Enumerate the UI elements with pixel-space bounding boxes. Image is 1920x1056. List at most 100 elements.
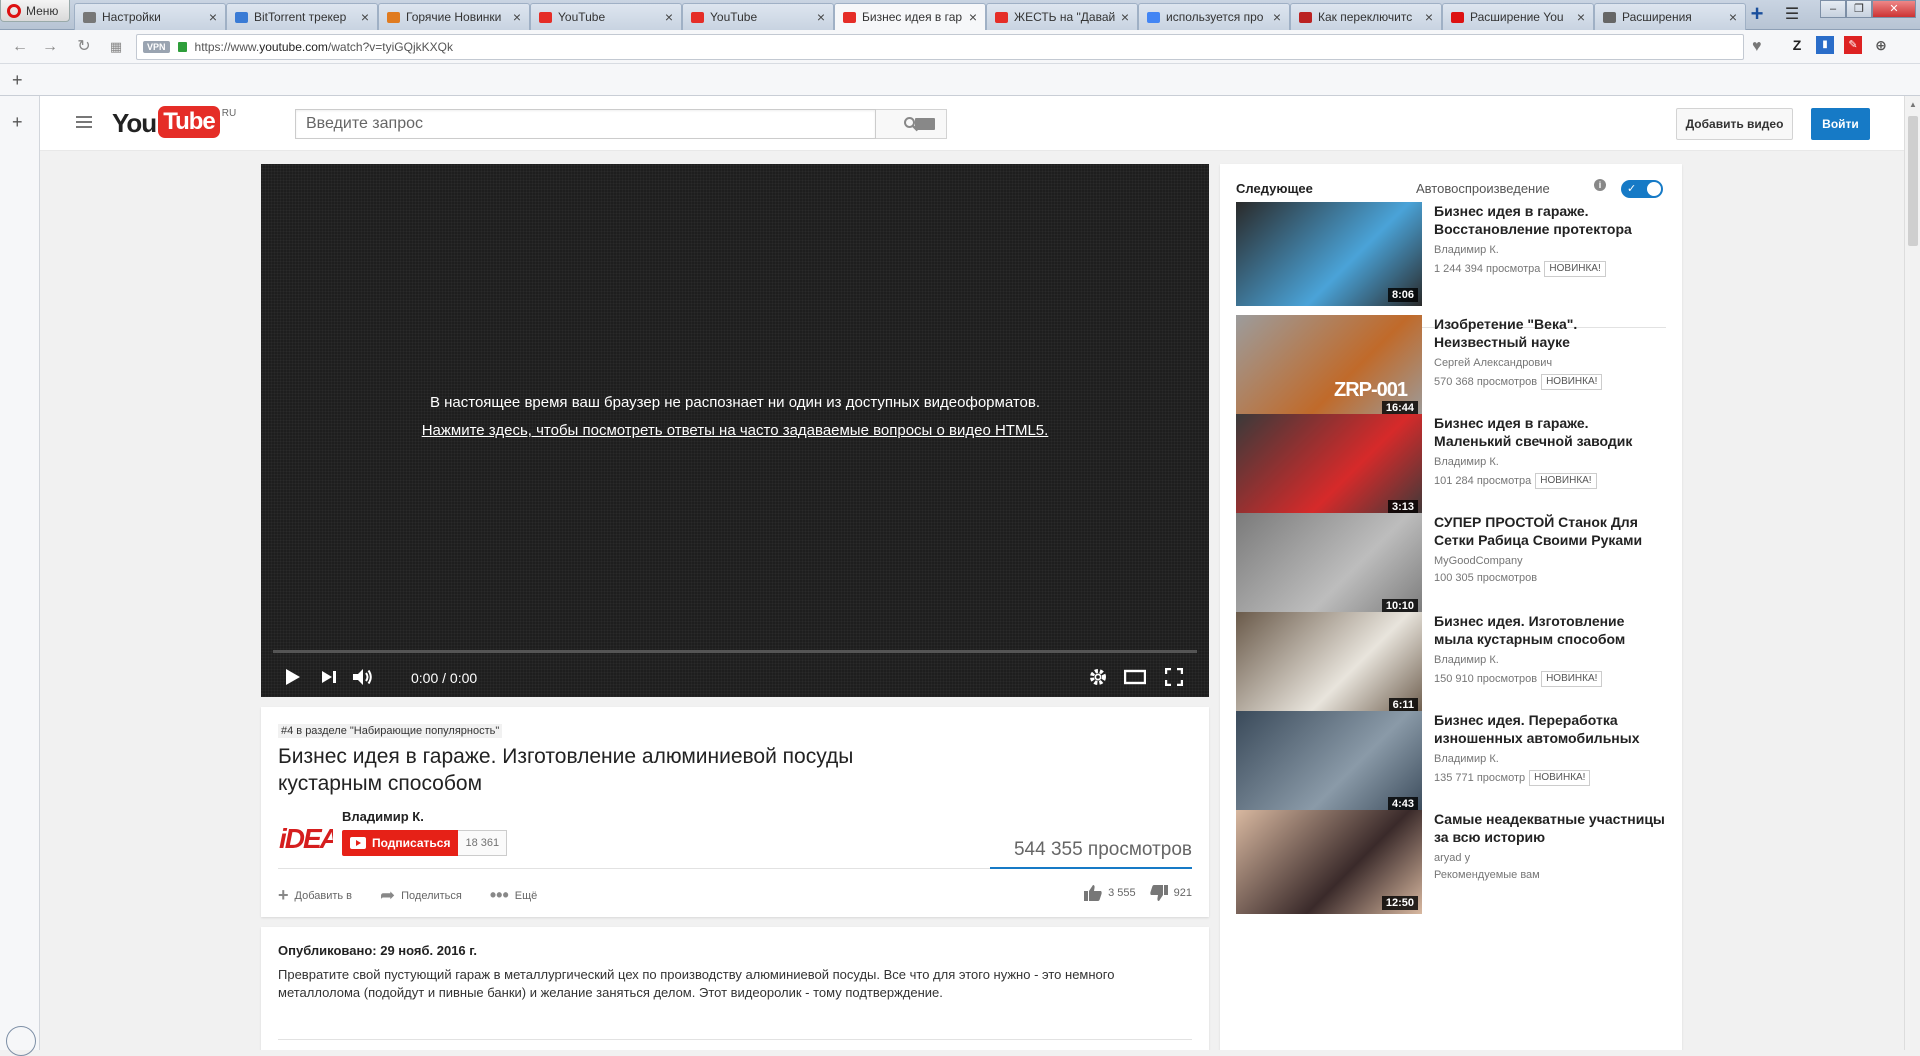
tab-close-icon[interactable]: × [513, 9, 521, 25]
video-thumbnail[interactable]: 8:06 [1236, 202, 1422, 306]
channel-name[interactable]: Владимир К. [342, 809, 424, 824]
new-tab-button[interactable]: + [1745, 3, 1769, 26]
vpn-badge[interactable]: VPN [143, 41, 170, 53]
forward-icon[interactable]: → [40, 37, 60, 57]
video-thumbnail[interactable]: 3:13 [1236, 414, 1422, 518]
extension-z-icon[interactable]: Z [1788, 36, 1806, 54]
subscriber-count: 18 361 [458, 830, 508, 856]
tab-close-icon[interactable]: × [1729, 9, 1737, 25]
sidebar-add-icon[interactable]: + [12, 112, 23, 133]
browser-tab[interactable]: YouTube × [682, 3, 834, 30]
video-thumbnail[interactable]: 12:50 [1236, 810, 1422, 914]
tab-favicon-icon [1147, 11, 1160, 23]
video-duration: 16:44 [1381, 401, 1418, 415]
keyboard-icon[interactable] [915, 118, 935, 130]
browser-tab[interactable]: YouTube × [530, 3, 682, 30]
speed-dial-icon[interactable]: ▦ [106, 37, 126, 57]
url-text[interactable]: https://www.youtube.com/watch?v=tyiGQjkK… [195, 40, 453, 54]
volume-icon[interactable] [351, 664, 375, 690]
tab-close-icon[interactable]: × [361, 9, 369, 25]
tab-close-icon[interactable]: × [665, 9, 673, 25]
lock-icon[interactable] [177, 42, 187, 52]
tab-close-icon[interactable]: × [1577, 9, 1585, 25]
search-input[interactable] [295, 109, 877, 139]
settings-gear-icon[interactable] [1087, 664, 1109, 690]
browser-tab[interactable]: Горячие Новинки × [378, 3, 530, 30]
youtube-logo[interactable]: You Tube RU [112, 106, 236, 140]
video-thumbnail[interactable]: ZRP-001 16:44 [1236, 315, 1422, 419]
related-video-item[interactable]: 8:06 Бизнес идея в гараже. Восстановление… [1236, 202, 1666, 308]
related-video-title[interactable]: Бизнес идея. Переработка изношенных авто… [1434, 711, 1666, 747]
tab-close-icon[interactable]: × [969, 9, 977, 25]
progress-bar[interactable] [273, 650, 1197, 653]
related-video-title[interactable]: Самые неадекватные участницы за всю исто… [1434, 810, 1666, 846]
dislike-button[interactable]: 921 [1149, 885, 1192, 901]
info-icon[interactable]: i [1594, 179, 1606, 191]
autoplay-toggle[interactable]: ✓ [1621, 180, 1663, 198]
channel-avatar[interactable]: iDEA [278, 811, 333, 866]
related-video-title[interactable]: Бизнес идея в гараже. Восстановление про… [1434, 202, 1666, 238]
address-bar[interactable]: VPN https://www.youtube.com/watch?v=tyiG… [136, 34, 1744, 60]
subscribe-button[interactable]: Подписаться [342, 830, 459, 856]
tab-close-icon[interactable]: × [1273, 9, 1281, 25]
tab-close-icon[interactable]: × [1121, 9, 1129, 25]
related-video-item[interactable]: 6:11 Бизнес идея. Изготовление мыла куста… [1236, 612, 1666, 718]
tab-close-icon[interactable]: × [817, 9, 825, 25]
trending-badge[interactable]: #4 в разделе "Набирающие популярность" [278, 724, 503, 738]
minimize-button[interactable]: – [1820, 0, 1846, 18]
next-video-icon[interactable] [319, 664, 339, 690]
add-to-button[interactable]: + Добавить в [278, 885, 352, 906]
html5-faq-link[interactable]: Нажмите здесь, чтобы посмотреть ответы н… [261, 422, 1209, 439]
browser-tab[interactable]: BitTorrent трекер × [226, 3, 378, 30]
upload-button[interactable]: Добавить видео [1676, 108, 1793, 140]
share-button[interactable]: ➦ Поделиться [380, 885, 462, 906]
close-window-button[interactable]: ✕ [1872, 0, 1916, 18]
sidebar-circle-icon[interactable] [6, 1026, 36, 1056]
browser-tab[interactable]: Настройки × [74, 3, 226, 30]
related-video-title[interactable]: Бизнес идея. Изготовление мыла кустарным… [1434, 612, 1666, 648]
time-display: 0:00 / 0:00 [411, 670, 478, 686]
related-video-item[interactable]: ZRP-001 16:44 Изобретение "Века". Неизвест… [1236, 315, 1666, 421]
tab-list-icon[interactable]: ☰ [1782, 4, 1802, 26]
browser-tab[interactable]: ЖЕСТЬ на "Давай × [986, 3, 1138, 30]
fullscreen-icon[interactable] [1163, 664, 1185, 690]
related-video-title[interactable]: Бизнес идея в гараже. Маленький свечной … [1434, 414, 1666, 450]
video-thumbnail[interactable]: 4:43 [1236, 711, 1422, 815]
related-video-title[interactable]: Изобретение "Века". Неизвестный науке [1434, 315, 1666, 351]
related-video-item[interactable]: 10:10 СУПЕР ПРОСТОЙ Станок Для Сетки Раби… [1236, 513, 1666, 619]
extension-bookmark-icon[interactable]: ▮ [1816, 36, 1834, 54]
video-player[interactable]: В настоящее время ваш браузер не распозн… [261, 164, 1209, 697]
extension-red-icon[interactable]: ✎ [1844, 36, 1862, 54]
browser-tab[interactable]: используется про × [1138, 3, 1290, 30]
browser-tab[interactable]: Бизнес идея в гар × [834, 3, 986, 30]
more-button[interactable]: ••• Ещё [490, 885, 537, 906]
guide-menu-icon[interactable] [76, 116, 92, 128]
back-icon[interactable]: ← [10, 37, 30, 57]
video-thumbnail[interactable]: 10:10 [1236, 513, 1422, 617]
like-button[interactable]: 3 555 [1084, 885, 1136, 901]
scrollbar-thumb[interactable] [1908, 116, 1918, 246]
related-video-title[interactable]: СУПЕР ПРОСТОЙ Станок Для Сетки Рабица Св… [1434, 513, 1666, 549]
theater-mode-icon[interactable] [1123, 664, 1147, 690]
browser-menu-button[interactable]: Меню [0, 0, 70, 22]
play-icon[interactable] [283, 664, 303, 690]
related-video-item[interactable]: 12:50 Самые неадекватные участницы за всю… [1236, 810, 1666, 916]
related-video-item[interactable]: 3:13 Бизнес идея в гараже. Маленький свеч… [1236, 414, 1666, 520]
tab-close-icon[interactable]: × [1425, 9, 1433, 25]
tab-label: YouTube [710, 10, 758, 24]
page-scrollbar[interactable]: ▲ [1904, 96, 1920, 1050]
add-bookmark-icon[interactable]: + [12, 70, 23, 91]
search-button[interactable] [876, 109, 947, 139]
browser-tab[interactable]: Расширения × [1594, 3, 1746, 30]
reload-icon[interactable]: ↻ [74, 37, 94, 57]
video-thumbnail[interactable]: 6:11 [1236, 612, 1422, 716]
maximize-button[interactable]: ❐ [1846, 0, 1872, 18]
tab-close-icon[interactable]: × [209, 9, 217, 25]
sign-in-button[interactable]: Войти [1811, 108, 1870, 140]
subscribe-group: Подписаться 18 361 [342, 830, 508, 856]
bookmark-heart-icon[interactable]: ♥ [1752, 39, 1770, 55]
download-icon[interactable]: ⊕ [1872, 36, 1890, 54]
browser-tab[interactable]: Расширение You × [1442, 3, 1594, 30]
related-video-item[interactable]: 4:43 Бизнес идея. Переработка изношенных … [1236, 711, 1666, 817]
browser-tab[interactable]: Как переключитс × [1290, 3, 1442, 30]
